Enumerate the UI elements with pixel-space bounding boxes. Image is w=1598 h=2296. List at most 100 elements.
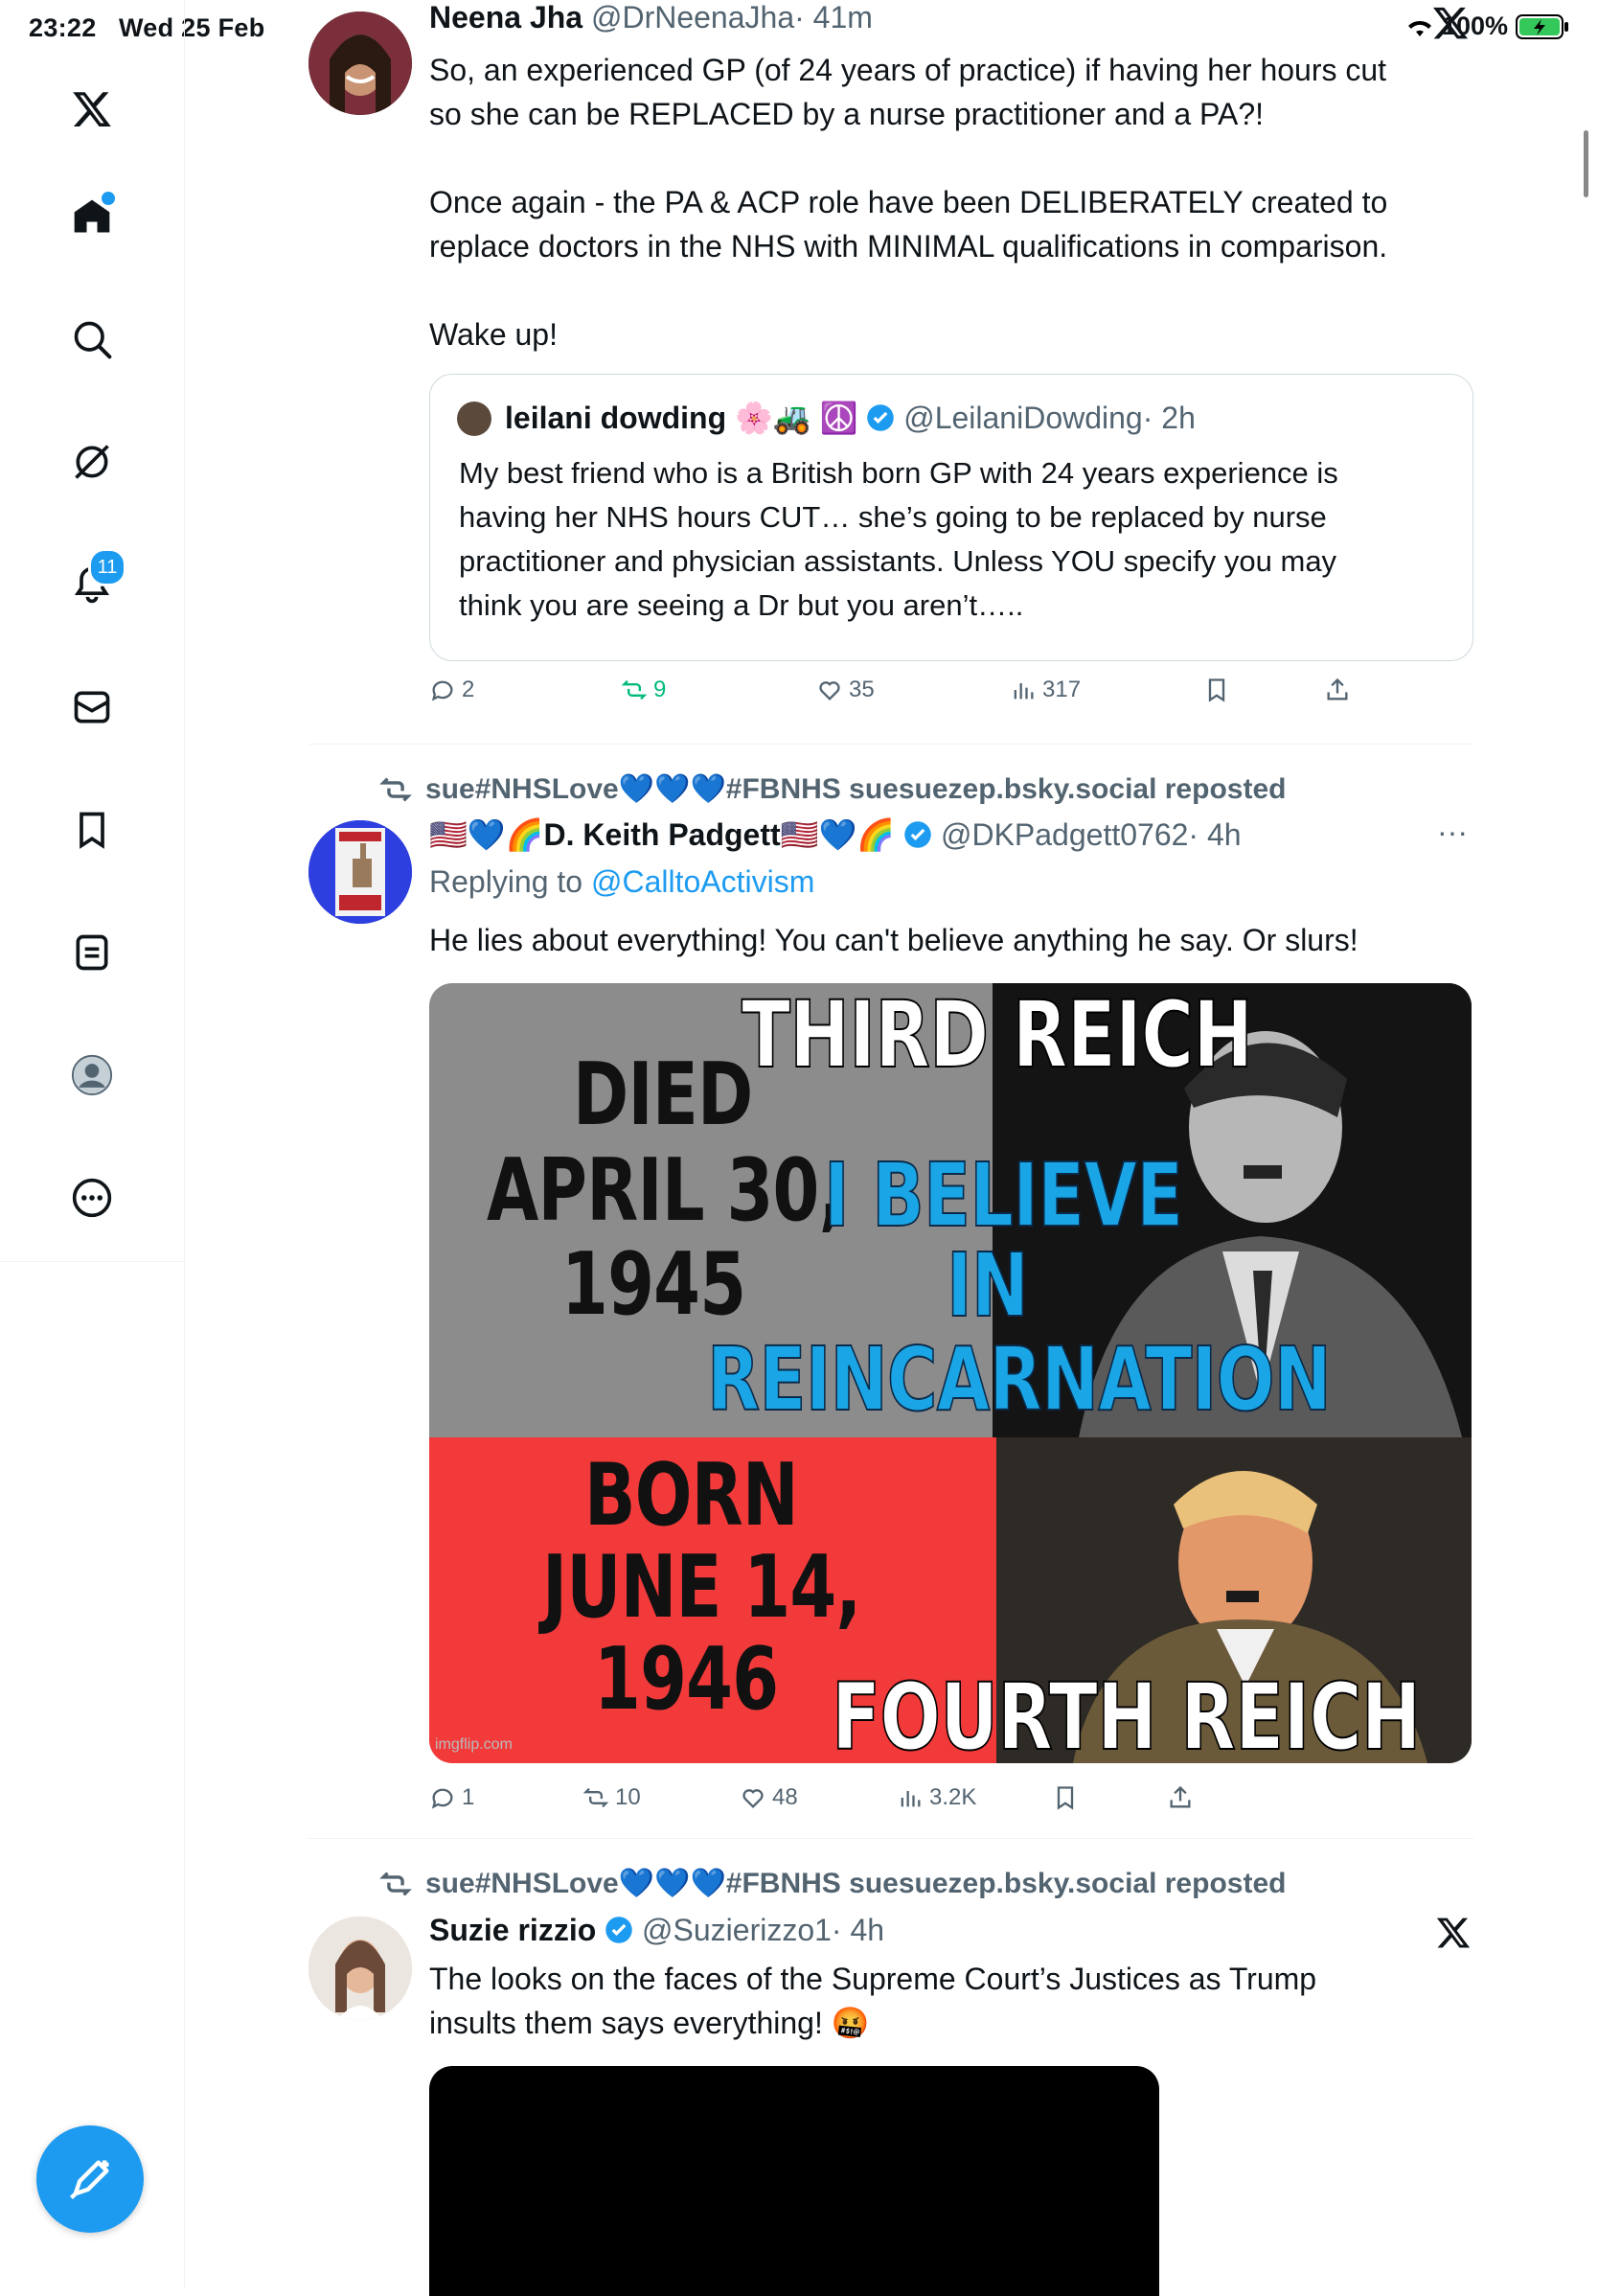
- quote-line: think you are seeing a Dr but you aren’t…: [459, 588, 1024, 622]
- compose-button[interactable]: [36, 2125, 144, 2233]
- tweet-divider: [308, 1838, 1473, 1839]
- tweet1-line: so she can be REPLACED by a nurse practi…: [429, 97, 1264, 131]
- heart-icon: [819, 681, 840, 700]
- quote-line: practitioner and physician assistants. U…: [459, 544, 1337, 578]
- meme-1945: 1945: [561, 1234, 746, 1335]
- tweet3-header: Suzie rizzio @Suzierizzo1· 4h: [429, 1913, 884, 1948]
- reply-button[interactable]: 2: [429, 677, 474, 703]
- meme-in: IN: [946, 1234, 1030, 1337]
- tweet1-author-name[interactable]: Neena Jha: [429, 0, 582, 34]
- repost-icon: [582, 1787, 609, 1808]
- status-indicators: 100%: [1405, 11, 1569, 41]
- tweet2-text: He lies about everything! You can't beli…: [429, 923, 1358, 957]
- tweet1-line: So, an experienced GP (of 24 years of pr…: [429, 53, 1387, 87]
- views-button[interactable]: 3.2K: [897, 1784, 976, 1811]
- views-chart-icon: [1014, 683, 1034, 700]
- bookmark-button[interactable]: [1203, 677, 1230, 703]
- bookmarks-icon[interactable]: [61, 799, 123, 861]
- views-button[interactable]: 317: [1010, 677, 1081, 703]
- tweet3-text: The looks on the faces of the Supreme Co…: [429, 1957, 1483, 2045]
- home-unread-dot: [102, 192, 115, 205]
- quote-header: leilani dowding 🌸🚜 ☮️ @LeilaniDowding· 2…: [505, 400, 1196, 436]
- avatar-neena-jha[interactable]: [308, 11, 412, 115]
- replying-label: Replying to: [429, 864, 583, 899]
- meme-1946: 1946: [594, 1629, 779, 1730]
- tweet3-video[interactable]: [429, 2066, 1159, 2296]
- reply-count: 1: [462, 1784, 475, 1810]
- share-icon: [1170, 1785, 1191, 1808]
- repost-icon: [379, 776, 412, 802]
- meme-june-14: JUNE 14,: [542, 1537, 861, 1638]
- tweet2-author-name[interactable]: D. Keith Padgett: [544, 817, 781, 852]
- tweet3-repost-by: sue#NHSLove💙💙💙#FBNHS suesuezep.bsky.soci…: [425, 1868, 1287, 1899]
- repost-icon: [379, 1871, 412, 1896]
- like-count: 48: [772, 1784, 798, 1810]
- tweet3-author-name[interactable]: Suzie rizzio: [429, 1913, 596, 1947]
- notifications-badge: 11: [88, 548, 126, 586]
- views-chart-icon: [901, 1791, 921, 1807]
- grok-icon[interactable]: [61, 431, 123, 493]
- quote-avatar: [457, 402, 491, 436]
- repost-count: 10: [615, 1784, 641, 1810]
- x-logo-icon[interactable]: [61, 79, 123, 140]
- meme-april-30: APRIL 30,: [487, 1140, 844, 1241]
- tweet1-line: Wake up!: [429, 317, 558, 352]
- quote-name-emojis: 🌸🚜 ☮️: [735, 401, 858, 435]
- tweet1-header: Neena Jha @DrNeenaJha· 41m: [429, 0, 873, 35]
- repost-button[interactable]: 10: [582, 1784, 641, 1811]
- home-icon[interactable]: [61, 186, 123, 247]
- search-icon[interactable]: [61, 309, 123, 370]
- meme-third-reich: THIRD REICH: [741, 983, 1254, 1089]
- meme-watermark: imgflip.com: [435, 1736, 513, 1753]
- quoted-tweet[interactable]: leilani dowding 🌸🚜 ☮️ @LeilaniDowding· 2…: [429, 374, 1473, 661]
- messages-icon[interactable]: [61, 677, 123, 738]
- x-close-icon[interactable]: [1431, 4, 1470, 42]
- share-button[interactable]: [1167, 1784, 1194, 1811]
- reply-icon: [431, 1788, 453, 1809]
- like-button[interactable]: 48: [740, 1784, 798, 1811]
- tweet1-handle[interactable]: @DrNeenaJha: [591, 0, 794, 34]
- tweet2-name-suffix-emojis: 🇺🇸💙🌈: [780, 817, 896, 852]
- quote-line: having her NHS hours CUT… she’s going to…: [459, 500, 1327, 534]
- compose-feather-icon: [69, 2160, 109, 2200]
- quote-time: · 2h: [1142, 401, 1196, 435]
- tweet3-time[interactable]: · 4h: [832, 1913, 884, 1947]
- avatar-suzie-rizzio[interactable]: [308, 1917, 412, 2020]
- tweet2-time[interactable]: · 4h: [1188, 817, 1241, 852]
- battery-charging-icon: [1516, 13, 1568, 39]
- tweet-divider: [308, 744, 1473, 745]
- notifications-icon[interactable]: 11: [61, 548, 126, 615]
- tweet2-name-prefix-emojis: 🇺🇸💙🌈: [429, 817, 544, 852]
- avatar-keith-padgett[interactable]: [308, 820, 412, 924]
- tweet2-repost-context[interactable]: sue#NHSLove💙💙💙#FBNHS suesuezep.bsky.soci…: [379, 772, 1286, 806]
- like-count: 35: [849, 677, 875, 702]
- tweet2-handle[interactable]: @DKPadgett0762: [941, 817, 1188, 852]
- bookmark-button[interactable]: [1052, 1784, 1079, 1811]
- tweet2-meme-image[interactable]: THIRD REICH DIED APRIL 30, 1945 I BELIEV…: [429, 983, 1472, 1763]
- tweet1-time[interactable]: · 41m: [794, 0, 873, 34]
- repost-icon: [621, 679, 648, 700]
- profile-avatar-icon[interactable]: [61, 1045, 123, 1106]
- scroll-indicator[interactable]: [1584, 130, 1588, 197]
- meme-died: DIED: [573, 1045, 753, 1145]
- view-count: 317: [1042, 677, 1082, 702]
- share-button[interactable]: [1324, 677, 1351, 703]
- x-logo-icon[interactable]: [1435, 1915, 1472, 1951]
- quote-text: My best friend who is a British born GP …: [459, 451, 1455, 628]
- tweet1-actions: 2 9 35 317: [429, 677, 1473, 715]
- tweet1-text: So, an experienced GP (of 24 years of pr…: [429, 48, 1483, 356]
- reply-icon: [431, 680, 453, 701]
- share-icon: [1327, 677, 1348, 700]
- more-icon[interactable]: [61, 1167, 123, 1228]
- lists-icon[interactable]: [61, 922, 123, 983]
- reply-button[interactable]: 1: [429, 1784, 474, 1811]
- bookmark-icon: [1057, 1786, 1074, 1810]
- repost-button[interactable]: 9: [621, 677, 666, 703]
- tweet3-repost-context[interactable]: sue#NHSLove💙💙💙#FBNHS suesuezep.bsky.soci…: [379, 1867, 1286, 1900]
- more-options-icon[interactable]: ···: [1437, 815, 1468, 850]
- reply-count: 2: [462, 677, 475, 702]
- replying-to-handle[interactable]: @CalltoActivism: [591, 864, 814, 899]
- like-button[interactable]: 35: [816, 677, 875, 703]
- tweet3-handle[interactable]: @Suzierizzo1: [642, 1913, 832, 1947]
- meme-born: BORN: [584, 1445, 799, 1546]
